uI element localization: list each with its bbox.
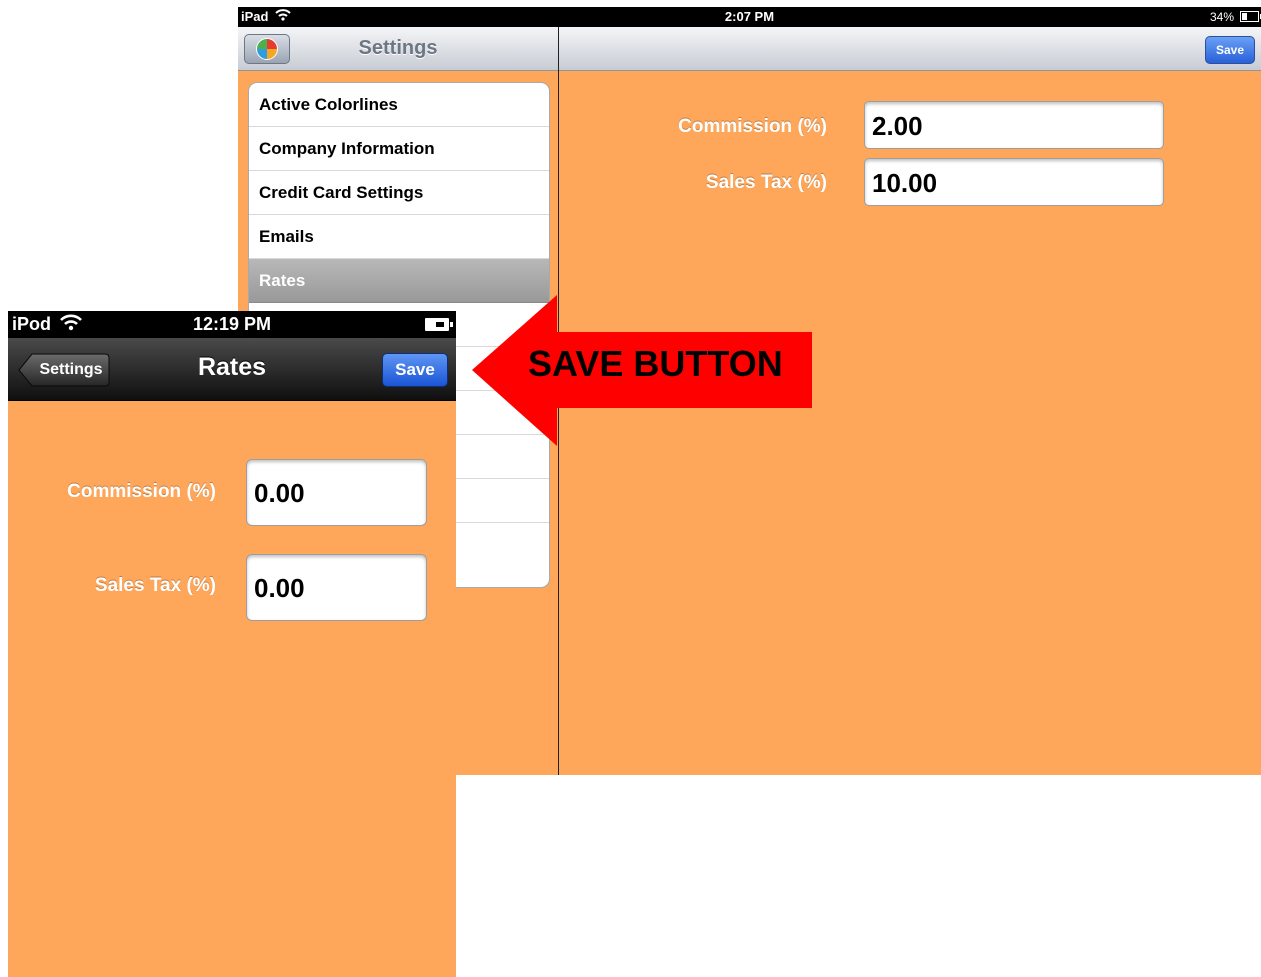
commission-label: Commission (%) — [67, 481, 216, 502]
status-time: 2:07 PM — [724, 9, 775, 24]
master-nav-bar: Settings — [238, 27, 558, 71]
battery-icon — [1240, 11, 1261, 22]
menu-item-company-information[interactable]: Company Information — [249, 127, 549, 171]
commission-field[interactable]: 2.00 — [864, 101, 1164, 149]
menu-item-credit-card-settings[interactable]: Credit Card Settings — [249, 171, 549, 215]
save-button[interactable]: Save — [382, 353, 448, 387]
ipod-nav-bar: Settings Rates Save — [8, 338, 456, 401]
ipod-screen: iPod 12:19 PM Settings Rates Save Commis… — [8, 311, 456, 977]
save-button-annotation-label: SAVE BUTTON — [528, 343, 783, 384]
sales-tax-field[interactable]: 10.00 — [864, 158, 1164, 206]
save-button[interactable]: Save — [1205, 36, 1255, 64]
status-time: 12:19 PM — [192, 314, 272, 334]
menu-item-emails[interactable]: Emails — [249, 215, 549, 259]
ipod-status-bar: iPod 12:19 PM — [8, 311, 456, 338]
detail-nav-bar: Save — [559, 27, 1261, 71]
battery-percent: 34% — [1209, 10, 1234, 24]
sales-tax-label: Sales Tax (%) — [94, 575, 216, 596]
commission-label: Commission (%) — [678, 116, 827, 137]
commission-field[interactable]: 0.00 — [246, 459, 427, 526]
master-title: Settings — [358, 37, 438, 59]
battery-charging-icon — [425, 318, 453, 331]
sales-tax-label: Sales Tax (%) — [705, 172, 827, 193]
menu-item-active-colorlines[interactable]: Active Colorlines — [249, 83, 549, 127]
ipad-status-bar: iPad 2:07 PM 34% — [238, 7, 1261, 27]
sales-tax-field[interactable]: 0.00 — [246, 554, 427, 621]
